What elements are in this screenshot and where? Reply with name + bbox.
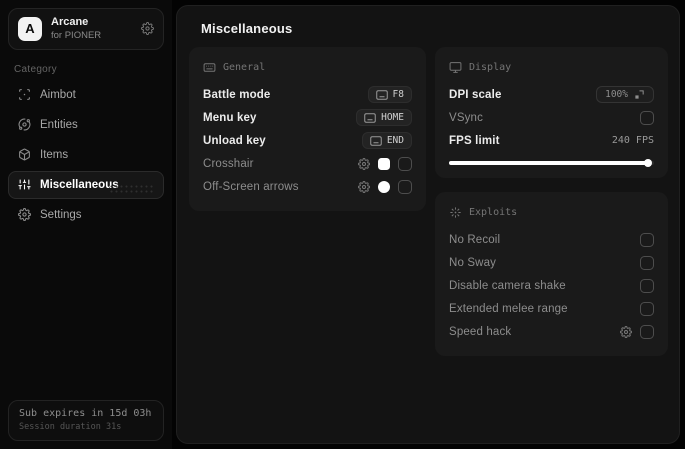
sidebar-item-items[interactable]: Items: [8, 141, 164, 169]
offscreen-color-swatch[interactable]: [378, 180, 390, 193]
dpi-scale-select[interactable]: 100%: [596, 86, 654, 103]
exploits-header: Exploits: [469, 206, 518, 218]
speed-hack-label: Speed hack: [449, 325, 512, 338]
scale-icon: [634, 89, 645, 100]
unload-keybind[interactable]: END: [361, 132, 412, 149]
sidebar-item-settings[interactable]: Settings: [8, 201, 164, 229]
battle-mode-keybind[interactable]: F8: [367, 86, 412, 103]
subscription-card: Sub expires in 15d 03h Session duration …: [8, 400, 164, 441]
orbit-icon: [18, 118, 31, 131]
disable-camera-shake-row: Disable camera shake: [449, 274, 654, 297]
exploits-card: Exploits No Recoil No Sway Disable camer…: [435, 192, 668, 356]
no-sway-label: No Sway: [449, 256, 497, 269]
no-sway-checkbox[interactable]: [640, 255, 654, 270]
no-recoil-label: No Recoil: [449, 233, 501, 246]
fps-limit-label: FPS limit: [449, 134, 500, 147]
menu-key-row: Menu key HOME: [203, 106, 412, 129]
key-icon: [375, 89, 388, 100]
crosshair-color-swatch[interactable]: [378, 157, 390, 170]
display-card: Display DPI scale 100% VSync FPS limit 2…: [435, 47, 668, 178]
fps-slider-fill: [449, 161, 648, 165]
brand-logo: A: [18, 16, 42, 41]
monitor-icon: [449, 61, 462, 74]
no-sway-row: No Sway: [449, 251, 654, 274]
category-label: Category: [14, 63, 57, 75]
gear-icon[interactable]: [620, 325, 632, 338]
sidebar-nav: Aimbot Entities Items Miscellaneous Sett…: [8, 81, 164, 229]
sub-expires-text: Sub expires in 15d 03h: [19, 408, 152, 419]
offscreen-arrows-label: Off-Screen arrows: [203, 180, 299, 193]
fps-limit-slider[interactable]: [449, 159, 654, 167]
sidebar-item-label: Entities: [40, 118, 78, 131]
dpi-scale-label: DPI scale: [449, 88, 502, 101]
speed-hack-checkbox[interactable]: [640, 324, 654, 339]
brand-name: Arcane: [51, 16, 89, 28]
no-recoil-checkbox[interactable]: [640, 232, 654, 247]
fps-limit-row: FPS limit 240 FPS: [449, 129, 654, 152]
brand-card: A Arcane for PIONER: [8, 8, 164, 50]
app-window: A Arcane for PIONER Category Aimbot Enti…: [0, 0, 685, 449]
sidebar-item-aimbot[interactable]: Aimbot: [8, 81, 164, 109]
display-header: Display: [469, 61, 512, 73]
dots-decoration: [109, 183, 155, 194]
extended-melee-range-label: Extended melee range: [449, 302, 568, 315]
menu-keybind[interactable]: HOME: [356, 109, 412, 126]
crosshair-row: Crosshair: [203, 152, 412, 175]
gear-icon[interactable]: [141, 22, 154, 36]
brand-subtitle: for PIONER: [51, 29, 102, 41]
sidebar-item-label: Miscellaneous: [40, 178, 119, 191]
key-icon: [370, 135, 382, 146]
general-header: General: [223, 61, 266, 73]
speed-hack-row: Speed hack: [449, 320, 654, 343]
gear-icon[interactable]: [358, 180, 370, 193]
sidebar-item-miscellaneous[interactable]: Miscellaneous: [8, 170, 164, 199]
extended-melee-range-checkbox[interactable]: [640, 301, 654, 316]
crosshair-scan-icon: [18, 88, 31, 101]
crosshair-label: Crosshair: [203, 157, 254, 170]
sidebar-item-entities[interactable]: Entities: [8, 111, 164, 139]
battle-mode-row: Battle mode F8: [203, 83, 412, 106]
package-icon: [18, 148, 31, 161]
gear-icon: [18, 208, 31, 222]
vsync-label: VSync: [449, 111, 483, 124]
sidebar-item-label: Aimbot: [40, 88, 76, 101]
unload-key-row: Unload key END: [203, 129, 412, 152]
spark-icon: [449, 206, 462, 219]
fps-slider-knob[interactable]: [643, 159, 652, 167]
session-duration-text: Session duration 31s: [19, 422, 122, 432]
sliders-icon: [18, 178, 31, 191]
extended-melee-range-row: Extended melee range: [449, 297, 654, 320]
page-title: Miscellaneous: [201, 21, 293, 36]
crosshair-checkbox[interactable]: [398, 156, 412, 171]
key-icon: [364, 112, 376, 123]
vsync-row: VSync: [449, 106, 654, 129]
unload-key-label: Unload key: [203, 134, 266, 147]
sidebar-item-label: Settings: [40, 208, 82, 221]
gear-icon[interactable]: [358, 157, 370, 170]
sidebar-item-label: Items: [40, 148, 69, 161]
fps-limit-value: 240 FPS: [611, 135, 654, 146]
general-card: General Battle mode F8 Menu key HOME Unl…: [189, 47, 426, 211]
disable-camera-shake-checkbox[interactable]: [640, 278, 654, 293]
no-recoil-row: No Recoil: [449, 228, 654, 251]
offscreen-arrows-row: Off-Screen arrows: [203, 175, 412, 198]
vsync-checkbox[interactable]: [640, 110, 654, 125]
sidebar: A Arcane for PIONER Category Aimbot Enti…: [0, 0, 172, 449]
battle-mode-label: Battle mode: [203, 88, 271, 101]
disable-camera-shake-label: Disable camera shake: [449, 279, 566, 292]
offscreen-checkbox[interactable]: [398, 179, 412, 194]
menu-key-label: Menu key: [203, 111, 257, 124]
dpi-scale-row: DPI scale 100%: [449, 83, 654, 106]
keyboard-icon: [203, 61, 216, 74]
main-panel: Miscellaneous General Battle mode F8 Men…: [176, 5, 680, 444]
